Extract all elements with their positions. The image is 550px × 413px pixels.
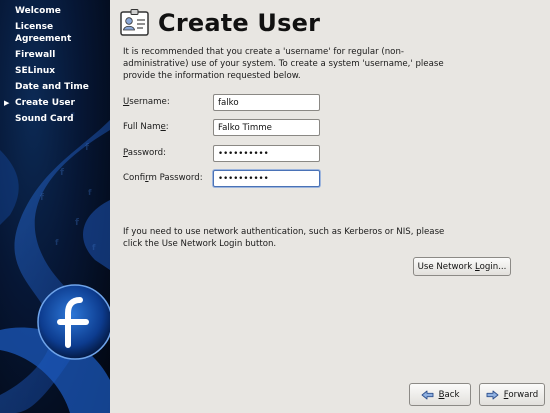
svg-text:f: f bbox=[88, 188, 92, 197]
sidebar: f f f f f f f f Welcome License Agreemen… bbox=[0, 0, 110, 413]
button-label: Forward bbox=[503, 389, 539, 400]
sidebar-item-label: Date and Time bbox=[15, 82, 89, 92]
main-panel: Create User It is recommended that you c… bbox=[110, 0, 550, 413]
username-field[interactable] bbox=[213, 94, 320, 111]
user-card-icon bbox=[120, 9, 149, 36]
back-button[interactable]: Back bbox=[409, 383, 471, 406]
full-name-label: Full Name: bbox=[123, 122, 169, 132]
sidebar-item-label: SELinux bbox=[15, 66, 56, 76]
svg-text:f: f bbox=[92, 243, 96, 252]
sidebar-item-firewall[interactable]: Firewall bbox=[0, 48, 110, 64]
svg-text:f: f bbox=[75, 218, 79, 228]
sidebar-item-create-user[interactable]: ▶ Create User bbox=[0, 96, 110, 112]
current-step-arrow-icon: ▶ bbox=[4, 99, 10, 107]
password-label: Password: bbox=[123, 148, 167, 158]
confirm-password-label: Confirm Password: bbox=[123, 173, 203, 183]
forward-arrow-icon bbox=[486, 390, 499, 399]
svg-text:f: f bbox=[85, 143, 89, 153]
page-header: Create User bbox=[120, 6, 320, 40]
sidebar-item-label: Sound Card bbox=[15, 114, 74, 124]
full-name-field[interactable] bbox=[213, 119, 320, 136]
page-title: Create User bbox=[158, 9, 321, 37]
sidebar-item-license-agreement[interactable]: License Agreement bbox=[0, 20, 110, 48]
sidebar-item-date-and-time[interactable]: Date and Time bbox=[0, 80, 110, 96]
sidebar-item-label: Welcome bbox=[15, 6, 61, 16]
forward-button[interactable]: Forward bbox=[479, 383, 545, 406]
svg-text:f: f bbox=[55, 238, 59, 247]
sidebar-item-selinux[interactable]: SELinux bbox=[0, 64, 110, 80]
password-field[interactable] bbox=[213, 145, 320, 162]
svg-text:f: f bbox=[60, 168, 64, 178]
sidebar-item-welcome[interactable]: Welcome bbox=[0, 4, 110, 20]
use-network-login-button[interactable]: Use Network Login... bbox=[413, 257, 511, 276]
sidebar-item-label: License Agreement bbox=[15, 22, 72, 44]
step-list: Welcome License Agreement Firewall SELin… bbox=[0, 4, 110, 128]
intro-text: It is recommended that you create a 'use… bbox=[123, 47, 444, 81]
button-label: Use Network Login... bbox=[417, 261, 507, 272]
button-label: Back bbox=[438, 389, 460, 400]
sidebar-item-label: Create User bbox=[15, 98, 75, 108]
confirm-password-field[interactable] bbox=[213, 170, 320, 187]
sidebar-item-label: Firewall bbox=[15, 50, 56, 60]
back-arrow-icon bbox=[421, 390, 434, 399]
svg-text:f: f bbox=[40, 193, 44, 203]
username-label: Username: bbox=[123, 97, 170, 107]
network-auth-info: If you need to use network authenticatio… bbox=[123, 227, 445, 249]
sidebar-item-sound-card[interactable]: Sound Card bbox=[0, 112, 110, 128]
